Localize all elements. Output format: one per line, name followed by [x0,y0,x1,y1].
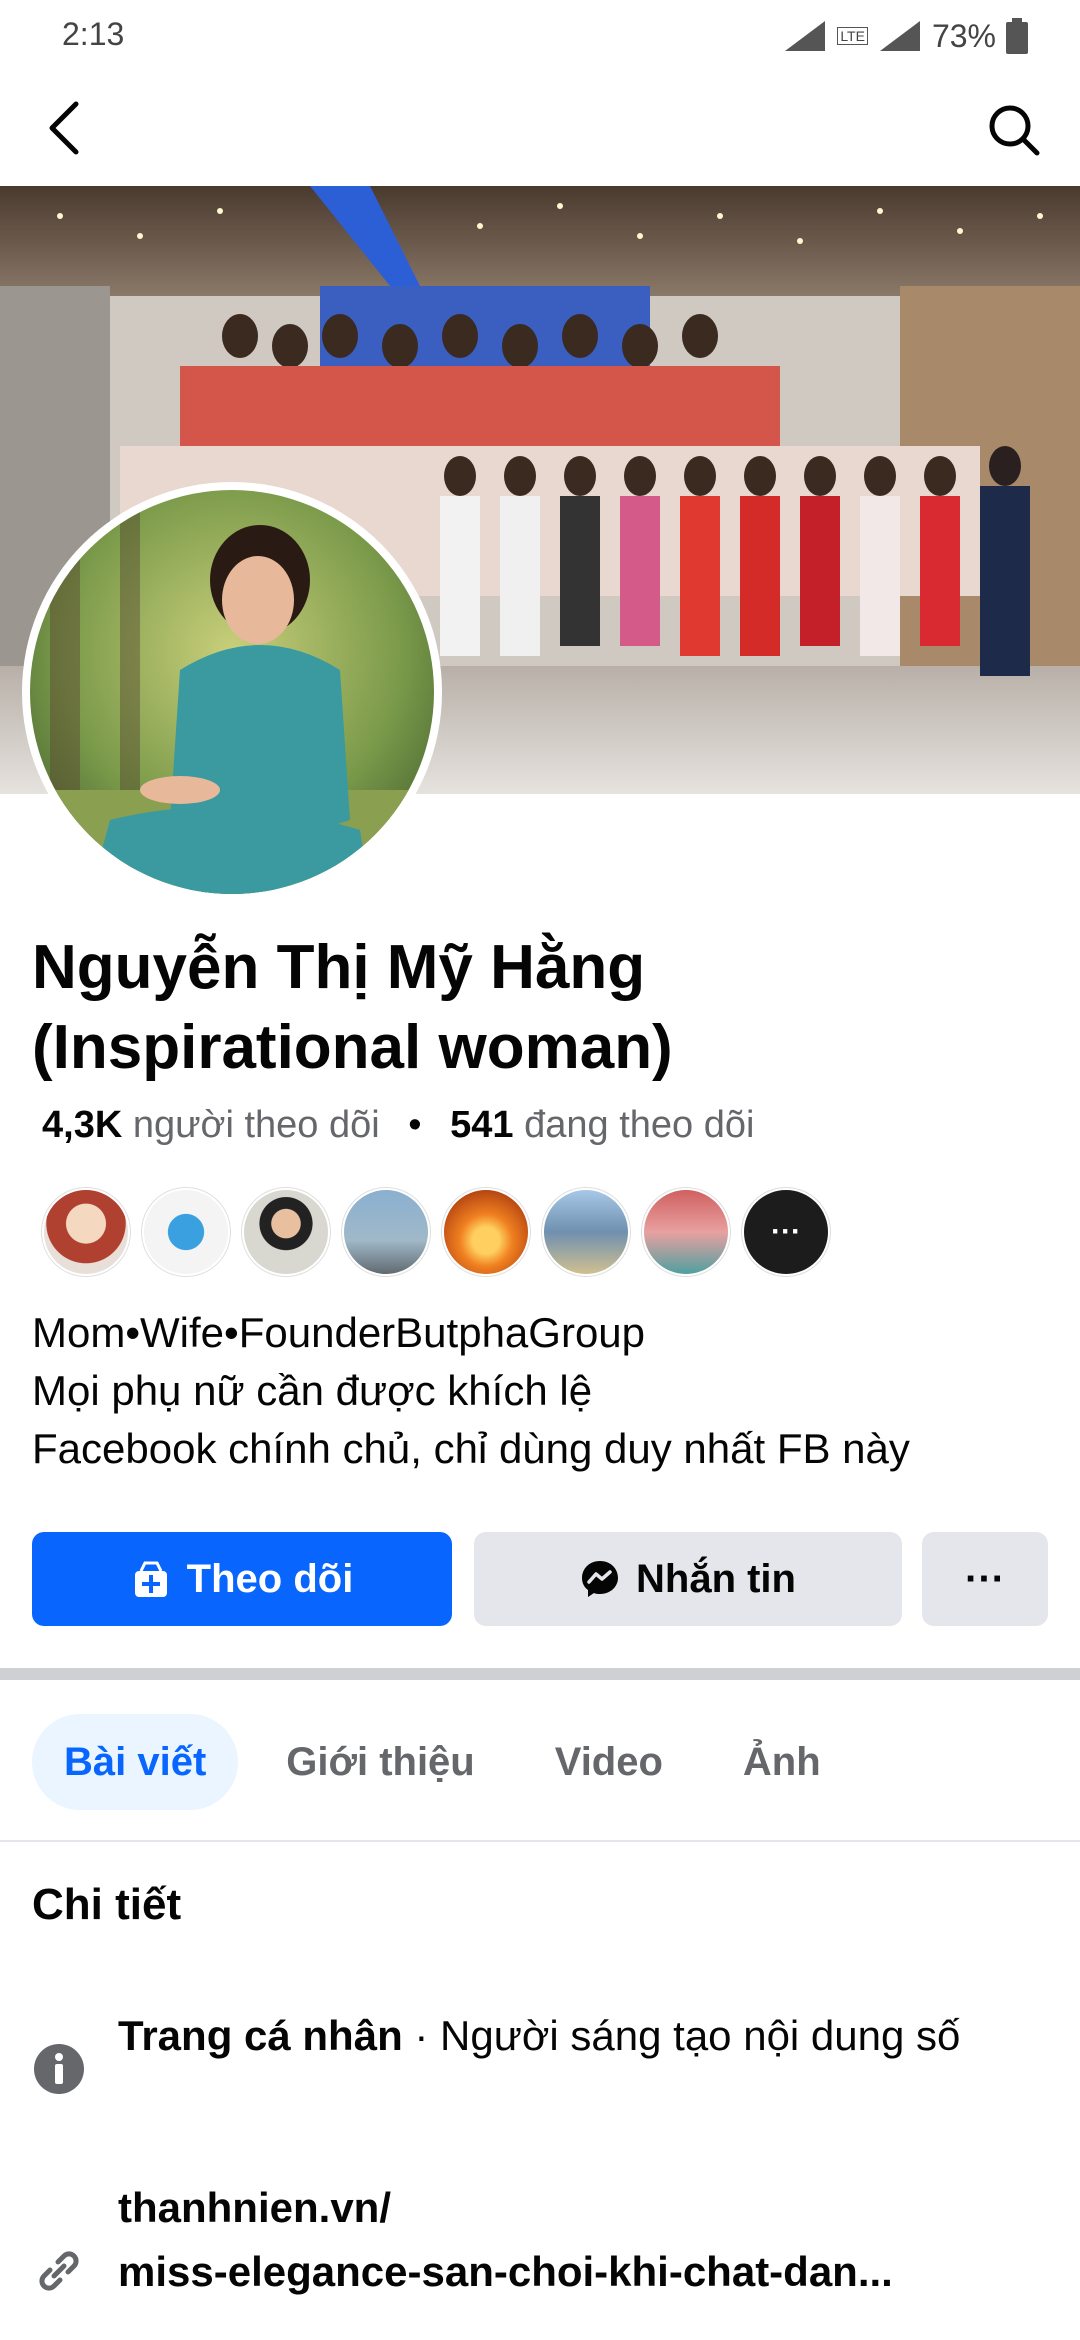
following-count[interactable]: 541 [450,1104,513,1146]
signal-icon-2 [879,21,920,51]
page-type-bold: Trang cá nhân [118,2012,403,2059]
more-dots-icon: ··· [965,1556,1005,1601]
tabs-divider [0,1840,1080,1842]
following-label[interactable]: đang theo dõi [524,1104,754,1146]
search-icon [989,105,1040,156]
bio-line: Mọi phụ nữ cần được khích lệ [32,1367,593,1414]
messenger-icon [582,1561,618,1597]
bio-line: Mom•Wife•FounderButphaGroup [32,1309,646,1356]
more-dots-icon: ··· [771,1215,801,1248]
follow-stats: 4,3K người theo dõi • 541 đang theo dõi [42,1104,754,1147]
avatar-image [30,490,434,894]
friend-avatar[interactable] [442,1188,530,1276]
message-label: Nhắn tin [636,1556,796,1601]
more-friends-button[interactable]: ··· [742,1188,830,1276]
profile-avatar[interactable] [22,482,442,902]
tab-videos[interactable]: Video [523,1714,695,1810]
friend-avatar[interactable] [542,1188,630,1276]
battery-icon [1006,18,1028,54]
friend-avatar[interactable] [642,1188,730,1276]
tab-photos[interactable]: Ảnh [711,1714,853,1810]
profile-name: Nguyễn Thị Mỹ Hằng (Inspirational woman) [32,928,1032,1088]
search-button[interactable] [984,100,1044,160]
section-divider [0,1668,1080,1680]
info-icon [32,2042,86,2096]
details-title: Chi tiết [32,1880,182,1929]
mutual-avatars: ··· [42,1188,830,1276]
profile-bio: Mom•Wife•FounderButphaGroup Mọi phụ nữ c… [32,1304,910,1478]
app-bar [0,72,1080,184]
followers-count[interactable]: 4,3K [42,1104,122,1146]
battery-percent: 73% [931,17,996,54]
website-link-line1[interactable]: thanhnien.vn/ [118,2176,1048,2240]
bio-line: Facebook chính chủ, chỉ dùng duy nhất FB… [32,1425,910,1472]
link-icon [32,2244,86,2298]
friend-avatar[interactable] [342,1188,430,1276]
tab-about[interactable]: Giới thiệu [254,1714,506,1810]
network-type: LTE [837,27,868,45]
back-button[interactable] [36,100,92,156]
tab-posts[interactable]: Bài viết [32,1714,239,1810]
website-link-line2[interactable]: miss-elegance-san-choi-khi-chat-dan... [118,2240,1048,2304]
more-options-button[interactable]: ··· [922,1532,1048,1626]
signal-icon [785,21,826,51]
friend-avatar[interactable] [142,1188,230,1276]
profile-tabs: Bài viết Giới thiệu Video Ảnh [32,1714,853,1810]
friend-avatar[interactable] [242,1188,330,1276]
chevron-left-icon [49,101,79,155]
status-icons: LTE 73% [783,16,1028,56]
follow-icon [134,1561,167,1597]
follow-label: Theo dõi [186,1556,354,1601]
followers-label[interactable]: người theo dõi [133,1104,380,1146]
friend-avatar[interactable] [42,1188,130,1276]
status-time: 2:13 [62,16,125,52]
status-bar: 2:13 LTE 73% [0,0,1080,72]
page-type-rest: · Người sáng tạo nội dung số [402,2012,961,2059]
stats-separator: • [408,1104,422,1146]
message-button[interactable]: Nhắn tin [474,1532,902,1626]
profile-name-line1: Nguyễn Thị Mỹ Hằng [32,933,646,1002]
profile-name-line2: (Inspirational woman) [32,1013,673,1082]
profile-actions: Theo dõi Nhắn tin ··· [32,1532,1048,1626]
follow-button[interactable]: Theo dõi [32,1532,452,1626]
